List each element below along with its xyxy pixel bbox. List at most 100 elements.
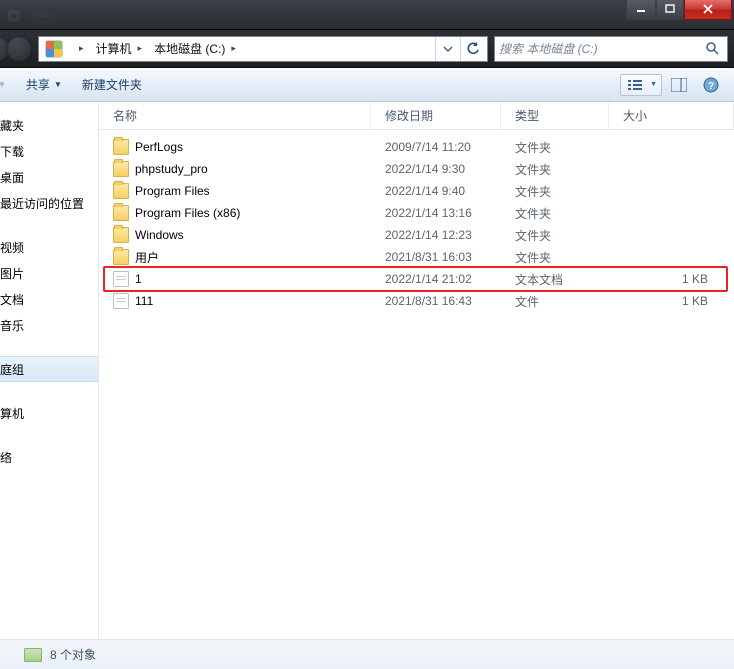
share-button[interactable]: 共享 ▼ <box>16 68 72 101</box>
folder-icon <box>113 139 129 155</box>
breadcrumb-segment[interactable]: 本地磁盘 (C:)▸ <box>148 37 242 61</box>
maximize-button[interactable] <box>656 0 684 20</box>
help-button[interactable]: ? <box>696 74 726 96</box>
view-mode-button[interactable] <box>620 74 662 96</box>
file-row[interactable]: 111 2021/8/31 16:43文件1 KB <box>99 290 734 312</box>
window-titlebar: ▢····· <box>0 0 734 30</box>
column-header-size[interactable]: 大小 <box>609 102 734 129</box>
nav-back-forward <box>0 36 32 62</box>
file-type: 文件夹 <box>501 139 609 156</box>
file-name: 1 <box>135 272 142 286</box>
file-date: 2009/7/14 11:20 <box>371 140 501 154</box>
help-icon: ? <box>703 77 719 93</box>
folder-icon <box>113 183 129 199</box>
folder-icon <box>113 249 129 265</box>
nav-item[interactable]: 桌面 <box>0 164 98 190</box>
file-type: 文件夹 <box>501 161 609 178</box>
organize-dropdown[interactable]: ▼ <box>0 68 16 101</box>
address-bar-row: ▸ 计算机▸ 本地磁盘 (C:)▸ 搜索 本地磁盘 (C:) <box>0 30 734 68</box>
file-name: Windows <box>135 228 184 242</box>
search-placeholder: 搜索 本地磁盘 (C:) <box>499 40 598 57</box>
file-name: PerfLogs <box>135 140 183 154</box>
toolbar-label: 新建文件夹 <box>82 76 142 93</box>
file-row[interactable]: PerfLogs 2009/7/14 11:20文件夹 <box>99 136 734 158</box>
file-icon <box>113 271 129 287</box>
nav-item[interactable]: 算机 <box>0 400 98 426</box>
file-name: Program Files <box>135 184 210 198</box>
file-size: 1 KB <box>609 294 734 308</box>
file-type: 文件夹 <box>501 183 609 200</box>
file-size: 1 KB <box>609 272 734 286</box>
breadcrumb-label: 计算机 <box>96 40 132 57</box>
file-list-pane: 名称 修改日期 类型 大小 PerfLogs2009/7/14 11:20文件夹… <box>99 102 734 639</box>
file-date: 2022/1/14 13:16 <box>371 206 501 220</box>
search-input[interactable]: 搜索 本地磁盘 (C:) <box>494 36 728 62</box>
close-button[interactable] <box>684 0 732 20</box>
file-row[interactable]: Program Files 2022/1/14 9:40文件夹 <box>99 180 734 202</box>
nav-item[interactable]: 最近访问的位置 <box>0 190 98 216</box>
address-bar[interactable]: ▸ 计算机▸ 本地磁盘 (C:)▸ <box>38 36 488 62</box>
forward-button[interactable] <box>6 36 32 62</box>
nav-item[interactable]: 藏夹 <box>0 112 98 138</box>
folder-icon <box>113 161 129 177</box>
drive-icon <box>45 40 63 58</box>
column-header-name[interactable]: 名称 <box>99 102 371 129</box>
file-date: 2021/8/31 16:03 <box>371 250 501 264</box>
folder-icon <box>113 227 129 243</box>
new-folder-button[interactable]: 新建文件夹 <box>72 68 152 101</box>
folder-icon <box>113 205 129 221</box>
file-row[interactable]: phpstudy_pro 2022/1/14 9:30文件夹 <box>99 158 734 180</box>
column-header-date[interactable]: 修改日期 <box>371 102 501 129</box>
file-row[interactable]: Windows 2022/1/14 12:23文件夹 <box>99 224 734 246</box>
file-type: 文件夹 <box>501 249 609 266</box>
file-type: 文本文档 <box>501 271 609 288</box>
nav-item[interactable]: 下载 <box>0 138 98 164</box>
file-name: 用户 <box>135 249 159 266</box>
refresh-button[interactable] <box>461 37 485 61</box>
file-rows: PerfLogs2009/7/14 11:20文件夹phpstudy_pro20… <box>99 130 734 639</box>
file-icon <box>113 293 129 309</box>
svg-text:?: ? <box>708 81 714 92</box>
preview-pane-button[interactable] <box>664 74 694 96</box>
file-date: 2022/1/14 9:40 <box>371 184 501 198</box>
file-row[interactable]: Program Files (x86) 2022/1/14 13:16文件夹 <box>99 202 734 224</box>
file-row[interactable]: 1 2022/1/14 21:02文本文档1 KB <box>99 268 734 290</box>
minimize-button[interactable] <box>626 0 656 20</box>
status-text: 8 个对象 <box>50 646 96 663</box>
file-date: 2021/8/31 16:43 <box>371 294 501 308</box>
file-type: 文件 <box>501 293 609 310</box>
file-date: 2022/1/14 21:02 <box>371 272 501 286</box>
nav-item[interactable]: 文档 <box>0 286 98 312</box>
toolbar: ▼ 共享 ▼ 新建文件夹 ? <box>0 68 734 102</box>
file-date: 2022/1/14 9:30 <box>371 162 501 176</box>
window-buttons <box>626 0 732 20</box>
nav-item[interactable]: 络 <box>0 444 98 470</box>
file-type: 文件夹 <box>501 227 609 244</box>
address-right-controls <box>435 37 485 61</box>
breadcrumb-segment[interactable]: ▸ <box>67 37 90 61</box>
nav-item[interactable]: 视频 <box>0 234 98 260</box>
file-type: 文件夹 <box>501 205 609 222</box>
file-name: phpstudy_pro <box>135 162 208 176</box>
nav-item[interactable]: 音乐 <box>0 312 98 338</box>
file-row[interactable]: 用户 2021/8/31 16:03文件夹 <box>99 246 734 268</box>
breadcrumb-segment[interactable]: 计算机▸ <box>90 37 149 61</box>
file-name: Program Files (x86) <box>135 206 240 220</box>
navigation-pane[interactable]: 藏夹下载桌面最近访问的位置 视频图片文档音乐 庭组 算机 络 <box>0 102 99 639</box>
nav-item[interactable]: 图片 <box>0 260 98 286</box>
search-icon <box>705 41 721 57</box>
main-area: 藏夹下载桌面最近访问的位置 视频图片文档音乐 庭组 算机 络 名称 修改日期 类… <box>0 102 734 639</box>
column-header-type[interactable]: 类型 <box>501 102 609 129</box>
breadcrumb-label: 本地磁盘 (C:) <box>154 40 225 57</box>
list-view-icon <box>628 79 642 91</box>
toolbar-label: 共享 <box>26 76 50 93</box>
titlebar-left-blur: ▢····· <box>0 0 53 30</box>
preview-pane-icon <box>671 78 687 92</box>
address-history-dropdown[interactable] <box>436 37 460 61</box>
status-bar: 8 个对象 <box>0 639 734 669</box>
nav-item[interactable]: 庭组 <box>0 356 98 382</box>
file-name: 111 <box>135 294 153 308</box>
column-headers: 名称 修改日期 类型 大小 <box>99 102 734 130</box>
status-icon <box>24 648 42 662</box>
file-date: 2022/1/14 12:23 <box>371 228 501 242</box>
